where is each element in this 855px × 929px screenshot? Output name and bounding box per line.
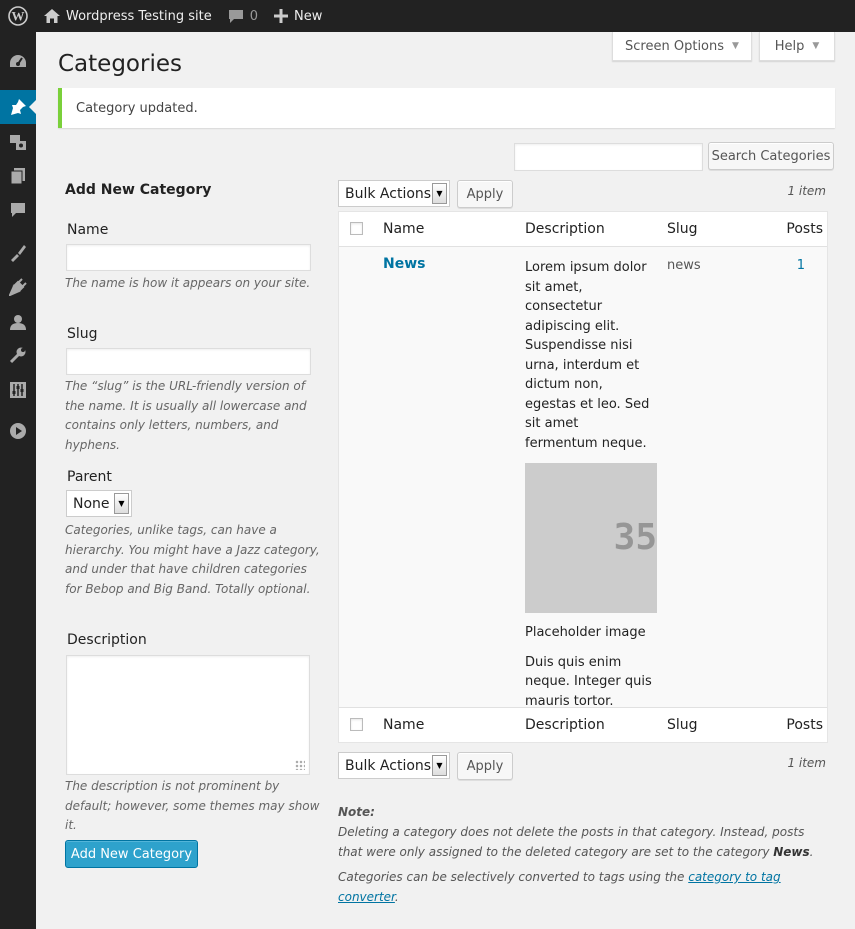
name-hint: The name is how it appears on your site.: [65, 276, 311, 290]
play-icon[interactable]: [0, 414, 36, 448]
media-icon[interactable]: [0, 125, 36, 159]
apply-label: Apply: [466, 758, 504, 774]
new-content-link[interactable]: New: [266, 0, 330, 32]
new-label: New: [294, 8, 323, 24]
column-slug-header[interactable]: Slug: [667, 221, 698, 237]
home-icon: [44, 9, 60, 23]
caret-down-icon: ▼: [812, 41, 820, 51]
column-slug-footer[interactable]: Slug: [667, 717, 698, 733]
apply-button-bottom[interactable]: Apply: [457, 752, 513, 780]
note-delete-info: Deleting a category does not delete the …: [338, 823, 828, 862]
screen-options-label: Screen Options: [625, 38, 725, 54]
column-name-header[interactable]: Name: [383, 221, 424, 237]
placeholder-image: 35: [525, 463, 657, 613]
tools-icon[interactable]: [0, 338, 36, 372]
caret-down-icon: ▼: [732, 41, 739, 51]
dropdown-arrow-icon: ▼: [432, 183, 447, 204]
select-all-checkbox[interactable]: [350, 222, 363, 235]
table-footer: Name Description Slug Posts: [339, 707, 827, 742]
column-posts-header[interactable]: Posts: [786, 221, 823, 237]
site-name: Wordpress Testing site: [66, 8, 212, 24]
column-description-header[interactable]: Description: [525, 221, 605, 237]
wordpress-logo-icon[interactable]: W: [0, 0, 36, 32]
table-row: News Lorem ipsum dolor sit amet, consect…: [339, 247, 827, 711]
add-category-heading: Add New Category: [65, 182, 212, 198]
items-count-bottom: 1 item: [787, 756, 826, 770]
help-button[interactable]: Help ▼: [759, 32, 835, 61]
page-title: Categories: [58, 51, 182, 77]
bulk-actions-select-bottom[interactable]: Bulk Actions ▼: [338, 752, 450, 779]
help-label: Help: [774, 38, 805, 54]
category-slug: news: [667, 258, 701, 273]
parent-select[interactable]: None ▼: [66, 490, 132, 517]
name-field[interactable]: [66, 244, 311, 271]
column-name-footer[interactable]: Name: [383, 717, 424, 733]
description-hint: The description is not prominent by defa…: [65, 779, 320, 832]
appearance-icon[interactable]: [0, 236, 36, 270]
comments-count: 0: [249, 8, 258, 24]
placeholder-image-text: 35: [613, 517, 657, 559]
dropdown-arrow-icon: ▼: [114, 493, 129, 514]
apply-button-top[interactable]: Apply: [457, 180, 513, 208]
column-description-footer[interactable]: Description: [525, 717, 605, 733]
bulk-actions-value: Bulk Actions: [345, 757, 432, 774]
comments-link[interactable]: 0: [220, 0, 266, 32]
note-line1-text: Deleting a category does not delete the …: [338, 825, 805, 859]
search-categories-button[interactable]: Search Categories: [708, 142, 834, 170]
description-intro: Lorem ipsum dolor sit amet, consectetur …: [525, 260, 650, 451]
notice-text: Category updated.: [76, 100, 198, 116]
admin-sidebar: [0, 32, 36, 929]
pin-icon[interactable]: [0, 90, 36, 124]
categories-table: Name Description Slug Posts News Lorem i…: [338, 211, 828, 743]
dashboard-icon[interactable]: [0, 44, 36, 78]
comments-icon[interactable]: [0, 193, 36, 227]
slug-hint: The “slug” is the URL-friendly version o…: [65, 379, 307, 452]
users-icon[interactable]: [0, 305, 36, 339]
parent-select-value: None: [73, 495, 110, 512]
slug-label: Slug: [67, 326, 98, 342]
site-name-link[interactable]: Wordpress Testing site: [36, 0, 220, 32]
update-notice: Category updated.: [58, 88, 835, 128]
screen-options-button[interactable]: Screen Options ▼: [612, 32, 752, 61]
search-input[interactable]: [514, 143, 703, 171]
table-header: Name Description Slug Posts: [339, 212, 827, 247]
svg-text:W: W: [12, 9, 25, 24]
admin-bar: W Wordpress Testing site 0 New: [0, 0, 855, 32]
category-description: Lorem ipsum dolor sit amet, consectetur …: [525, 258, 657, 711]
parent-hint: Categories, unlike tags, can have a hier…: [65, 523, 320, 596]
plugins-icon[interactable]: [0, 270, 36, 304]
note-line2-end: .: [394, 889, 399, 904]
note-title: Note:: [338, 805, 375, 819]
slug-field[interactable]: [66, 348, 311, 375]
name-label: Name: [67, 222, 109, 238]
description-textarea[interactable]: [66, 655, 310, 775]
bulk-actions-value: Bulk Actions: [345, 185, 432, 202]
comment-bubble-icon: [228, 9, 244, 24]
column-posts-footer[interactable]: Posts: [786, 717, 823, 733]
category-posts-count-link[interactable]: 1: [797, 258, 805, 273]
apply-label: Apply: [466, 186, 504, 202]
note-line1-end: .: [809, 844, 814, 859]
description-label: Description: [67, 632, 147, 648]
default-category-name: News: [773, 844, 810, 859]
pages-icon[interactable]: [0, 159, 36, 193]
select-all-checkbox-footer[interactable]: [350, 718, 363, 731]
resize-grip-icon[interactable]: [295, 760, 305, 770]
settings-icon[interactable]: [0, 373, 36, 407]
plus-icon: [274, 9, 288, 23]
image-caption: Placeholder image: [525, 625, 646, 640]
items-count-top: 1 item: [787, 184, 826, 198]
add-new-category-button[interactable]: Add New Category: [65, 840, 198, 868]
bulk-actions-select-top[interactable]: Bulk Actions ▼: [338, 180, 450, 207]
note-converter-info: Categories can be selectively converted …: [338, 868, 828, 907]
description-outro: Duis quis enim neque. Integer quis mauri…: [525, 654, 652, 709]
dropdown-arrow-icon: ▼: [432, 755, 447, 776]
add-button-label: Add New Category: [70, 846, 193, 862]
note-line2-text: Categories can be selectively converted …: [338, 870, 689, 884]
parent-label: Parent: [67, 469, 112, 485]
category-name-link[interactable]: News: [383, 256, 425, 272]
search-button-label: Search Categories: [711, 148, 831, 164]
